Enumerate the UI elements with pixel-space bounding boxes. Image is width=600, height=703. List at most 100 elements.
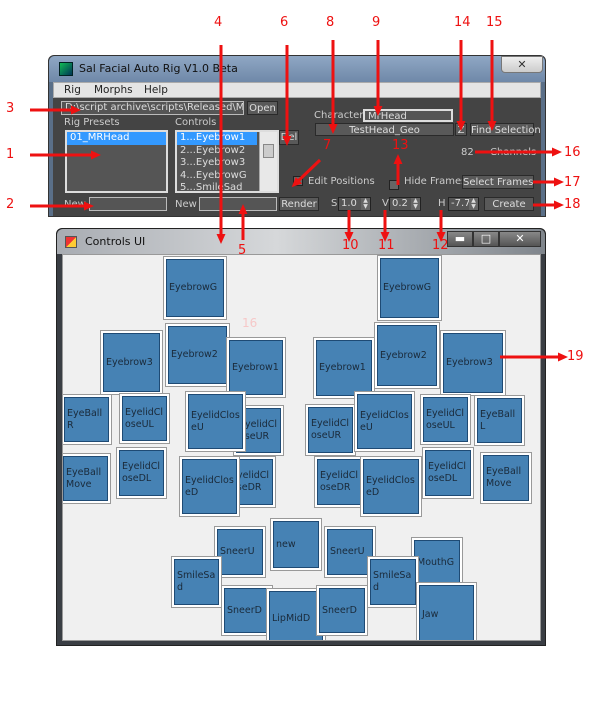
control-button[interactable]: EyelidCloseD — [361, 457, 421, 516]
spinner-arrows-icon[interactable]: ▲ ▼ — [469, 198, 478, 210]
controls-canvas: 16 EyebrowG Eyebrow3 Eyebrow2 Eyebrow1 EyeBa… — [62, 254, 541, 641]
controls-list[interactable]: 1...Eyebrow1 2...Eyebrow2 3...Eyebrow3 4… — [175, 130, 279, 193]
annotation-number: 10 — [342, 238, 359, 253]
open-button[interactable]: Open — [247, 101, 278, 115]
arrowhead-icon — [554, 200, 564, 210]
control-button[interactable]: Eyebrow1 — [227, 338, 285, 397]
annotation-number: 5 — [238, 243, 247, 258]
control-button[interactable]: MouthG — [412, 538, 462, 587]
new-control-input[interactable] — [199, 197, 277, 211]
find-selection-button[interactable]: Find Selection — [470, 123, 541, 136]
minimize-button[interactable]: ▬ — [447, 231, 473, 247]
annotation-number: 12 — [432, 238, 449, 253]
annotation-number: 11 — [378, 238, 395, 253]
control-button[interactable]: new — [271, 519, 321, 570]
window-title: Controls UI — [85, 235, 146, 248]
control-button[interactable]: SmileSad — [172, 557, 221, 607]
spinner-arrows-icon[interactable]: ▲ ▼ — [361, 198, 370, 210]
control-button[interactable]: EyelidCloseDR — [315, 457, 365, 507]
control-button[interactable]: SneerD — [222, 586, 272, 635]
new-preset-input[interactable] — [89, 197, 167, 211]
h-label: H — [438, 198, 446, 209]
arrowhead-icon — [552, 147, 562, 157]
annotation-number: 19 — [567, 349, 584, 364]
annotation-number: 2 — [6, 197, 15, 212]
control-button[interactable]: EyeBall R — [63, 395, 111, 444]
h-value: -7.7 — [451, 198, 471, 209]
annotation-number: 8 — [326, 15, 335, 30]
edit-positions-checkbox[interactable] — [293, 176, 303, 186]
annotation-number: 14 — [454, 15, 471, 30]
hide-frames-checkbox[interactable] — [389, 180, 399, 190]
control-button[interactable]: EyelidCloseDL — [423, 448, 473, 498]
scroll-thumb[interactable] — [263, 144, 274, 158]
s-value: 1.0 — [341, 198, 357, 209]
control-button[interactable]: EyelidCloseU — [355, 392, 414, 451]
z-button[interactable]: Z — [455, 123, 467, 136]
rig-presets-label: Rig Presets — [64, 117, 120, 128]
v-label: V — [382, 198, 389, 209]
scrollbar[interactable] — [259, 132, 277, 191]
s-label: S — [331, 198, 338, 209]
control-button[interactable]: EyelidCloseUL — [421, 395, 470, 444]
control-button[interactable]: Eyebrow3 — [441, 331, 505, 395]
controls-label: Controls — [175, 117, 217, 128]
control-button[interactable]: EyeBallL — [475, 396, 524, 445]
annotation-number: 9 — [372, 15, 381, 30]
character-label: Character — [314, 110, 364, 121]
select-frames-button[interactable]: Select Frames — [462, 175, 534, 189]
control-button[interactable]: EyeBall Move — [63, 454, 110, 503]
annotation-number: 18 — [564, 197, 581, 212]
control-button[interactable]: SneerU — [215, 527, 265, 577]
s-spinner[interactable]: 1.0 ▲ ▼ — [338, 197, 371, 211]
control-button[interactable]: SmileSad — [368, 557, 418, 607]
path-field[interactable]: D:\script archive\scripts\Released\Max\ — [61, 101, 244, 115]
control-button[interactable]: EyelidCloseUL — [120, 394, 169, 443]
channels-label: Channels — [490, 147, 537, 158]
channels-count: 82 — [461, 147, 474, 158]
control-button[interactable]: Eyebrow3 — [101, 331, 162, 394]
window-icon — [65, 236, 77, 248]
annotation-number: 4 — [214, 15, 223, 30]
list-item[interactable]: 01_MRHead — [67, 132, 166, 145]
control-button[interactable]: Jaw — [417, 583, 476, 640]
control-button[interactable]: EyelidCloseDL — [117, 448, 166, 498]
control-button[interactable]: Eyebrow2 — [375, 323, 439, 388]
hide-frames-label: Hide Frames — [404, 176, 467, 187]
window-title: Sal Facial Auto Rig V1.0 Beta — [79, 62, 238, 75]
close-button[interactable]: ✕ — [501, 56, 543, 73]
list-item[interactable]: 1...Eyebrow1 — [177, 132, 257, 145]
app-icon — [59, 62, 73, 76]
maximize-button[interactable]: □ — [473, 231, 499, 247]
spinner-arrows-icon[interactable]: ▲ ▼ — [411, 198, 420, 210]
control-button[interactable]: Eyebrow2 — [166, 324, 229, 386]
control-button[interactable]: Eyebrow1 — [314, 338, 374, 398]
control-button[interactable]: SneerU — [325, 527, 375, 577]
menu-morphs[interactable]: Morphs — [94, 84, 133, 96]
close-button[interactable]: ✕ — [499, 231, 541, 247]
new-control-label: New — [175, 199, 197, 210]
title-bar: Sal Facial Auto Rig V1.0 Beta ✕ — [49, 56, 545, 82]
control-button[interactable]: EyebrowG — [164, 257, 226, 319]
control-button[interactable]: EyelidCloseU — [186, 392, 245, 451]
h-spinner[interactable]: -7.7 ▲ ▼ — [448, 197, 479, 211]
controls-window: Controls UI ▬ □ ✕ 16 EyebrowG Eyebrow3 Eye… — [56, 228, 546, 646]
render-button[interactable]: Render — [279, 197, 319, 211]
control-button[interactable]: EyebrowG — [378, 256, 441, 320]
menu-rig[interactable]: Rig — [64, 84, 81, 96]
control-button[interactable]: EyelidCloseUR — [306, 405, 355, 455]
control-button[interactable]: LipMidD — [267, 589, 325, 640]
control-button[interactable]: SneerD — [317, 586, 367, 635]
create-button[interactable]: Create — [484, 197, 534, 211]
character-input[interactable]: MrHead — [363, 109, 453, 122]
rig-presets-list[interactable]: 01_MRHead — [65, 130, 168, 193]
annotation-number: 17 — [564, 175, 581, 190]
menu-help[interactable]: Help — [144, 84, 168, 96]
menu-bar: Rig Morphs Help — [53, 82, 541, 98]
geo-button[interactable]: TestHead_Geo — [315, 123, 454, 136]
control-button[interactable]: EyelidCloseD — [180, 457, 239, 516]
annotation-number: 3 — [6, 101, 15, 116]
v-spinner[interactable]: 0.2 ▲ ▼ — [389, 197, 421, 211]
del-button[interactable]: Del — [279, 130, 299, 145]
control-button[interactable]: EyeBall Move — [481, 453, 531, 503]
